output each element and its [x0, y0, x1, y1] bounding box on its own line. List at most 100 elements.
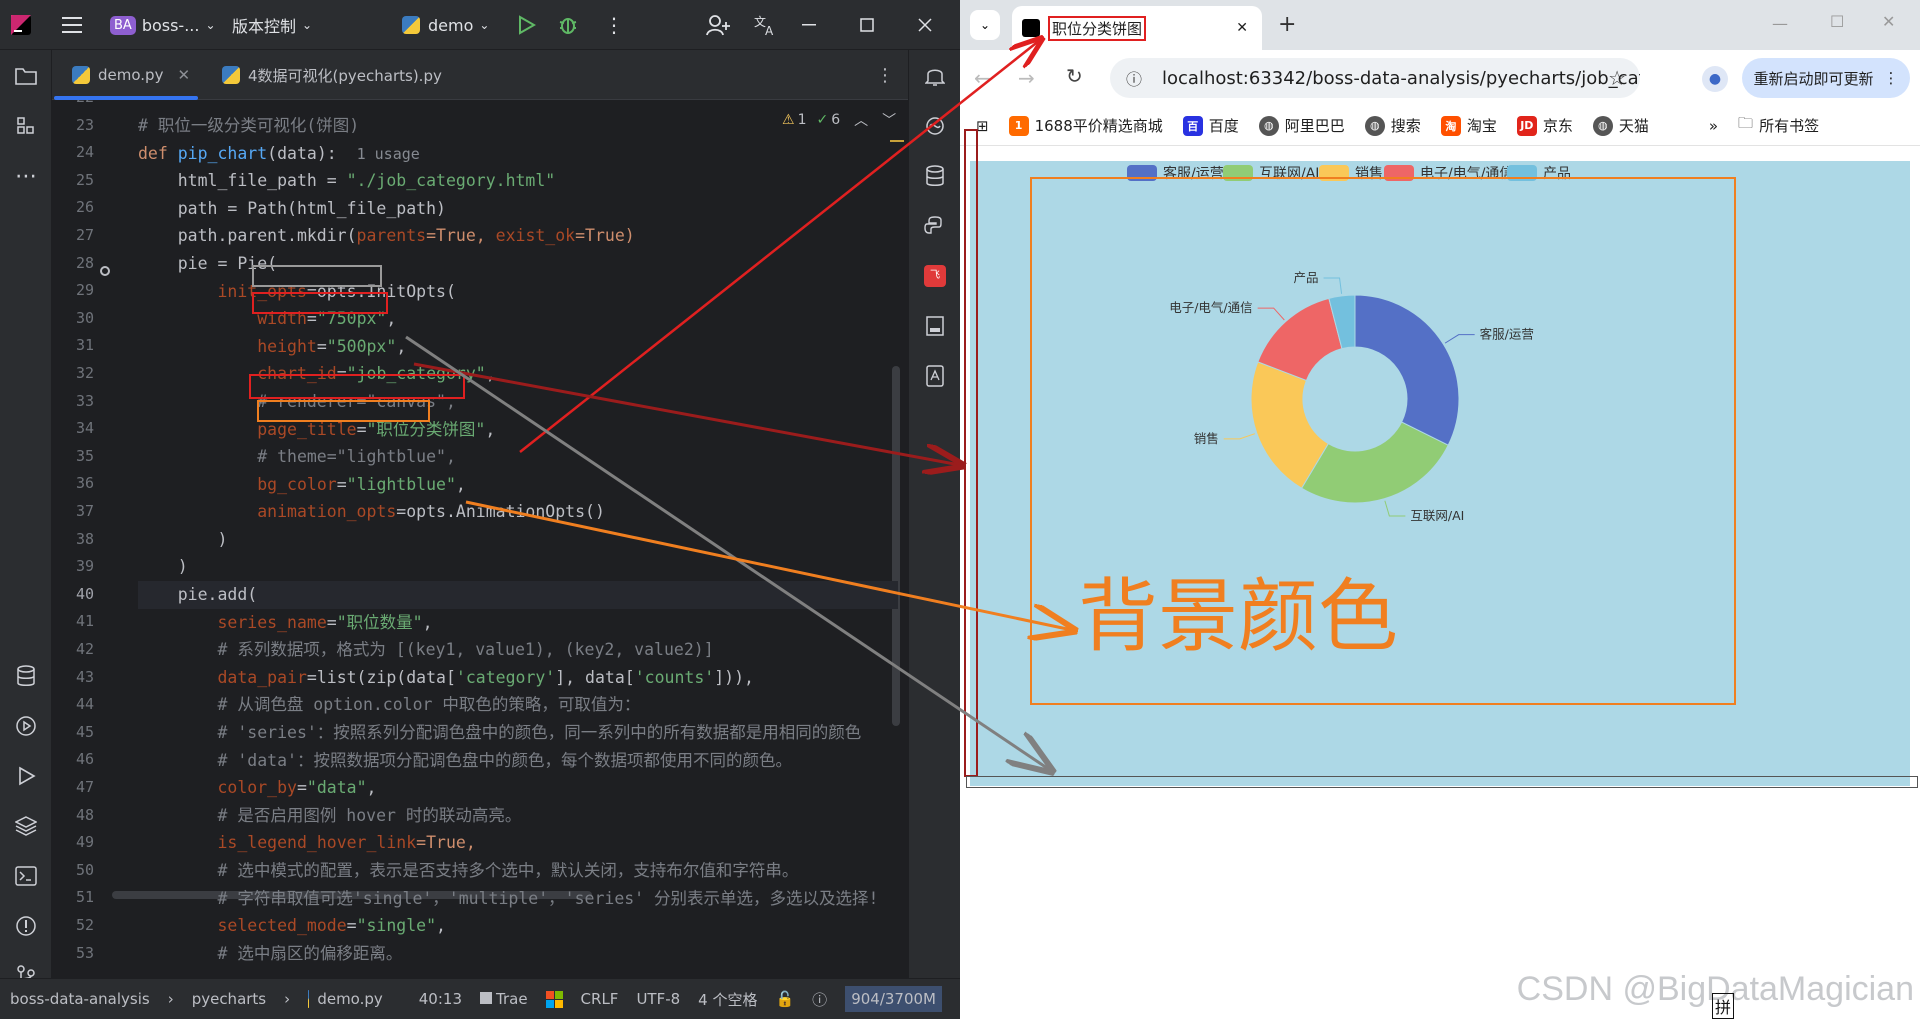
problems-icon[interactable] — [0, 906, 52, 946]
ide-title-bar: BA boss-... ⌄ 版本控制 ⌄ demo ⌄ ⋮ 文A — [0, 0, 960, 50]
bookmark-tmall[interactable]: ◍ 天猫 — [1592, 115, 1649, 136]
code-line-44: # 从调色盘 option.color 中取色的策略，可取值为： — [138, 695, 641, 714]
project-switcher[interactable]: BA boss-... ⌄ — [110, 0, 216, 50]
ai-assistant-icon[interactable] — [909, 106, 960, 146]
all-bookmarks[interactable]: 🗀 所有书签 — [1738, 113, 1819, 138]
windows-icon[interactable] — [545, 990, 563, 1008]
run-tool-icon[interactable] — [0, 756, 52, 796]
line-separator[interactable]: CRLF — [581, 990, 619, 1008]
documentation-icon[interactable] — [909, 356, 960, 396]
ide-window: BA boss-... ⌄ 版本控制 ⌄ demo ⌄ ⋮ 文A ⋯ 飞 dem… — [0, 0, 960, 1019]
breakpoint-marker-icon[interactable] — [100, 266, 110, 276]
more-tools-icon[interactable]: ⋯ — [0, 156, 52, 196]
check-icon: ✓ — [816, 112, 829, 128]
vcs-menu[interactable]: 版本控制 ⌄ — [232, 0, 312, 50]
close-tab-icon[interactable]: ✕ — [177, 66, 190, 84]
bookmarks-bar: ⊞ 1 1688平价精选商城 百百度 ◍ 阿里巴巴 ◍ 搜索 淘淘宝 JD 京东 ◍ 天猫… — [960, 106, 1920, 146]
chevron-down-icon[interactable]: ﹀ — [882, 110, 896, 130]
ide-logo-icon[interactable] — [10, 0, 32, 50]
main-menu-icon[interactable] — [62, 0, 84, 50]
code-line-49: is_legend_hover_link=True, — [217, 833, 476, 852]
baidu-icon: 百 — [1182, 115, 1203, 136]
update-button[interactable]: 重新启动即可更新 ⋮ — [1742, 58, 1910, 98]
close-icon[interactable]: ✕ — [1882, 12, 1895, 31]
inspection-widget[interactable]: ⚠ 1 ✓ 6 ︿ ﹀ — [782, 110, 896, 130]
maximize-icon[interactable] — [860, 0, 874, 50]
tab-search-chevron-icon[interactable]: ⌄ — [970, 10, 1000, 40]
tab-label: 4数据可视化(pyecharts).py — [248, 66, 442, 85]
trae-plugin[interactable]: Trae — [480, 990, 528, 1008]
python-icon — [402, 16, 420, 34]
breadcrumb-folder[interactable]: pyecharts — [192, 990, 266, 1008]
chevron-up-icon[interactable]: ︿ — [854, 110, 868, 130]
address-bar[interactable]: ⓘ localhost:63342/boss-data-analysis/pye… — [1110, 58, 1640, 98]
folder-icon[interactable] — [0, 56, 52, 96]
code-line-25: html_file_path = "./job_category.html" — [138, 171, 556, 190]
more-icon[interactable]: ⋮ — [1884, 69, 1899, 87]
lock-icon[interactable]: 🔓 — [775, 990, 794, 1008]
vcs-label: 版本控制 — [232, 17, 297, 36]
minimize-icon[interactable]: — — [1772, 14, 1788, 33]
project-name: boss-... — [141, 15, 200, 35]
right-tool-strip: 飞 — [908, 50, 960, 995]
cursor-position[interactable]: 40:13 — [419, 990, 462, 1008]
indent-setting[interactable]: 4 个空格 — [698, 989, 757, 1010]
site-info-icon[interactable]: ⓘ — [1126, 66, 1142, 90]
forward-icon[interactable]: → — [1018, 66, 1035, 90]
notifications-icon[interactable] — [909, 56, 960, 96]
ime-indicator[interactable]: 拼 — [1712, 993, 1735, 1019]
file-encoding[interactable]: UTF-8 — [636, 990, 680, 1008]
profile-avatar-icon[interactable]: ● — [1702, 66, 1728, 92]
services-icon[interactable] — [0, 706, 52, 746]
memory-indicator[interactable]: 904/3700M — [845, 986, 942, 1012]
breadcrumb-file[interactable]: demo.py — [317, 990, 382, 1008]
feishu-plugin-icon[interactable]: 飞 — [909, 256, 960, 296]
globe-icon: ◍ — [1592, 115, 1613, 136]
run-config-selector[interactable]: demo ⌄ — [402, 0, 489, 50]
breadcrumb-project[interactable]: boss-data-analysis — [10, 990, 150, 1008]
bookmark-star-icon[interactable]: ☆ — [1608, 66, 1626, 90]
maximize-icon[interactable]: ☐ — [1830, 12, 1844, 31]
terminal-icon[interactable] — [0, 856, 52, 896]
more-actions-icon[interactable]: ⋮ — [604, 0, 624, 50]
debug-button[interactable] — [557, 0, 579, 50]
code-line-40: pie.add( — [138, 581, 898, 609]
browser-toolbar: ← → ↻ ⓘ localhost:63342/boss-data-analys… — [960, 50, 1920, 106]
bookmark-alibaba[interactable]: ◍ 阿里巴巴 — [1258, 115, 1345, 136]
database-tool-icon[interactable] — [909, 156, 960, 196]
structure-icon[interactable] — [0, 106, 52, 146]
code-line-51: # 字符串取值可选'single'，'multiple'，'series' 分别… — [138, 889, 879, 908]
layers-icon[interactable] — [0, 806, 52, 846]
database-icon[interactable] — [0, 656, 52, 696]
translate-icon[interactable]: 文A — [754, 0, 778, 50]
browser-tab-active[interactable]: 职位分类饼图 ✕ — [1012, 6, 1262, 50]
back-icon[interactable]: ← — [974, 66, 991, 90]
code-line-24: def pip_chart(data): 1 usage — [138, 144, 420, 163]
tabs-more-icon[interactable]: ⋮ — [866, 50, 904, 100]
code-line-46: # 'data'：按照数据项分配调色盘中的颜色，每个数据项都使用不同的颜色。 — [138, 751, 792, 770]
bookmark-1688[interactable]: 1 1688平价精选商城 — [1008, 115, 1163, 136]
bookmark-jd[interactable]: JD 京东 — [1516, 115, 1573, 136]
line-number: 33 — [75, 391, 94, 410]
bookmark-search[interactable]: ◍ 搜索 — [1364, 115, 1421, 136]
tab-visualization-py[interactable]: 4数据可视化(pyecharts).py — [212, 50, 452, 100]
warning-count: 1 — [797, 112, 807, 128]
more-bookmarks-icon[interactable]: » — [1709, 117, 1718, 135]
run-button[interactable] — [516, 0, 536, 50]
python-console-icon[interactable] — [909, 206, 960, 246]
new-tab-icon[interactable]: + — [1278, 12, 1296, 37]
alert-icon[interactable]: ⓘ — [812, 989, 827, 1010]
line-number: 22 — [52, 100, 94, 112]
bookmark-taobao[interactable]: 淘淘宝 — [1440, 115, 1497, 136]
tab-demo-py[interactable]: demo.py ✕ — [62, 50, 200, 100]
reload-icon[interactable]: ↻ — [1066, 64, 1083, 88]
bookmark-baidu[interactable]: 百百度 — [1182, 115, 1239, 136]
bookmark-tool-icon[interactable] — [909, 306, 960, 346]
add-user-icon[interactable] — [706, 0, 730, 50]
close-tab-icon[interactable]: ✕ — [1236, 20, 1248, 36]
close-icon[interactable] — [918, 0, 932, 50]
code-editor[interactable]: ⚠ 1 ✓ 6 ︿ ﹀ 22 23 24 25 26 27 28 29 30 31 32 33 34 35… — [52, 100, 908, 978]
vertical-scrollbar[interactable] — [892, 366, 900, 726]
minimize-icon[interactable] — [802, 0, 816, 50]
url-text: localhost:63342/boss-data-analysis/pyech… — [1162, 67, 1640, 89]
